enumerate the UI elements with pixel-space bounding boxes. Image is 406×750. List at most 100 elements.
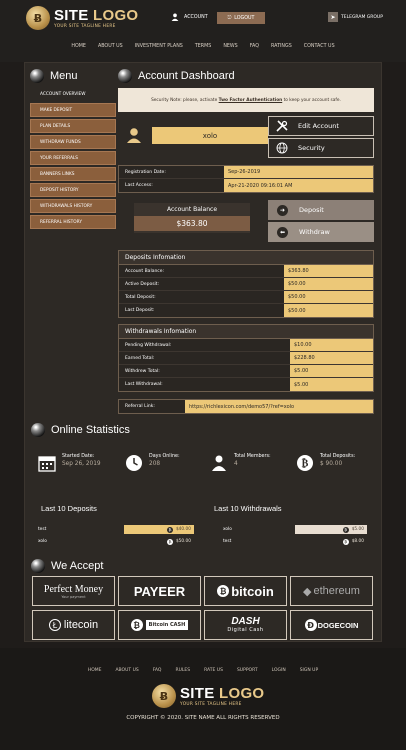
security-button[interactable]: Security — [268, 138, 374, 158]
bitcoin-cash-logo-icon: ₿ — [130, 619, 143, 631]
accept-ball-icon — [31, 559, 45, 573]
footer-nav-about[interactable]: ABOUT US — [115, 668, 138, 673]
edit-account-button[interactable]: Edit Account — [268, 116, 374, 136]
footer-nav-rules[interactable]: RULES — [175, 668, 190, 673]
footer-nav-faq[interactable]: FAQ — [153, 668, 162, 673]
account-balance: Account Balance $363.80 — [134, 203, 250, 233]
withdrawals-info-title: Withdrawals Infomation — [119, 325, 373, 339]
sidebar-item-withdraw-funds[interactable]: WITHDRAW FUNDS — [30, 135, 116, 149]
top-header: Ƀ SITE LOGO YOUR SITE TAGLINE HERE ACCOU… — [0, 0, 406, 62]
dash-name: DASH — [231, 616, 260, 627]
footer-logo[interactable]: Ƀ SITE LOGO YOUR SITE TAGLINE HERE — [152, 684, 264, 708]
security-note-text: Security Note: please, activate — [151, 97, 218, 103]
withdraw-button[interactable]: ⬅ Withdraw — [268, 222, 374, 242]
online-statistics: Online Statistics Started Date: Sep 26, 2… — [24, 418, 382, 556]
deposits-row-value: $50.00 — [284, 291, 373, 303]
security-note-tail: to keep your account safe. — [283, 97, 341, 103]
telegram-icon: ➤ — [328, 12, 338, 22]
deposits-row-label: Last Deposit: — [125, 308, 155, 313]
balance-value: $363.80 — [134, 215, 250, 231]
deposits-row-value: $50.00 — [284, 304, 373, 317]
registration-value: Sep-26-2019 — [224, 166, 373, 178]
account-label: ACCOUNT — [184, 14, 208, 20]
btc-icon: ₿ — [166, 526, 173, 533]
nav-about[interactable]: ABOUT US — [98, 44, 123, 49]
last-withdrawal-row: test ₿ $8.00 — [223, 536, 375, 547]
payment-perfect-money: Perfect Money Your payment — [32, 576, 115, 606]
deposits-row-label: Account Balance: — [125, 268, 165, 274]
footer-nav-rate-us[interactable]: RATE US — [204, 668, 223, 673]
calendar-icon — [38, 456, 56, 472]
withdrawals-row-label: Pending Withdrawal: — [125, 342, 172, 348]
account-link[interactable]: ACCOUNT — [171, 13, 208, 21]
footer-nav-home[interactable]: HOME — [88, 668, 102, 673]
stat-label: Total Deposits: — [320, 454, 356, 459]
withdraw-label: Withdraw — [299, 228, 330, 236]
footer-nav-login[interactable]: LOGIN — [272, 668, 286, 673]
withdrawals-info: Withdrawals Infomation Pending Withdrawa… — [118, 324, 374, 392]
user-row: xolo Edit Account Security — [118, 116, 374, 158]
perfect-money-name: Perfect Money — [43, 583, 104, 595]
nav-ratings[interactable]: RATINGS — [271, 44, 292, 49]
stat-total-members: Total Members: 4 — [210, 454, 271, 472]
withdrawals-row-label: Last Withdrawal: — [125, 382, 163, 387]
footer-nav: HOME ABOUT US FAQ RULES RATE US SUPPORT … — [0, 668, 406, 673]
security-label: Security — [298, 144, 325, 152]
litecoin-name: litecoin — [63, 619, 99, 631]
telegram-link[interactable]: ➤ TELEGRAM GROUP — [328, 12, 383, 22]
last-deposit-row: xolo ₿ $50.00 — [38, 536, 198, 547]
stat-label: Started Date: — [62, 454, 95, 459]
deposit-button[interactable]: ➜ Deposit — [268, 200, 374, 220]
stat-value: Sep 26, 2019 — [62, 461, 101, 467]
footer-logo-word-1: SITE — [180, 684, 215, 702]
last-deposit-row: test ₿ $40.00 — [38, 524, 198, 535]
withdrawer-name: test — [223, 539, 232, 544]
sidebar: Menu ACCOUNT OVERVIEW MAKE DEPOSIT PLAN … — [30, 69, 116, 231]
logout-button[interactable]: ⎋ LOGOUT — [217, 12, 265, 24]
dogecoin-name: DOGECOIN — [317, 620, 359, 630]
logo-word-2: LOGO — [93, 6, 139, 24]
footer-nav-signup[interactable]: SIGN UP — [300, 668, 318, 673]
user-icon — [171, 13, 179, 21]
withdrawals-row-value: $5.00 — [290, 378, 373, 391]
nav-faq[interactable]: FAQ — [250, 44, 259, 49]
payment-payeer: PAYEER — [118, 576, 201, 606]
referral-value[interactable]: https://richlexicon.com/demo57/?ref=xolo — [185, 400, 373, 413]
nav-home[interactable]: HOME — [71, 44, 86, 49]
withdrawal-amount-text: $8.00 — [351, 539, 364, 544]
sidebar-item-plan-details[interactable]: PLAN DETAILS — [30, 119, 116, 133]
stats-ball-icon — [31, 423, 45, 437]
sidebar-item-withdrawals-history[interactable]: WITHDRAWALS HISTORY — [30, 199, 116, 213]
btc-icon: ₿ — [342, 526, 349, 533]
deposits-row-label: Active Deposit: — [125, 281, 160, 287]
site-logo[interactable]: Ƀ SITE LOGO YOUR SITE TAGLINE HERE — [26, 6, 138, 30]
footer-nav-support[interactable]: SUPPORT — [237, 668, 258, 673]
svg-text:₿: ₿ — [302, 458, 309, 470]
footer-logo-tagline: YOUR SITE TAGLINE HERE — [180, 701, 242, 707]
security-note: Security Note: please, activate Two Fact… — [118, 88, 374, 112]
withdrawals-row-value: $228.80 — [290, 352, 373, 364]
sidebar-item-account-overview[interactable]: ACCOUNT OVERVIEW — [30, 87, 116, 101]
stat-total-deposits: ₿ Total Deposits: $ 90.00 — [296, 454, 355, 472]
accept-title: We Accept — [51, 560, 104, 572]
footer-logo-word-2: LOGO — [219, 684, 265, 702]
copyright: COPYRIGHT © 2020. SITE NAME ALL RIGHTS R… — [126, 715, 280, 721]
sidebar-item-your-referrals[interactable]: YOUR REFERRALS — [30, 151, 116, 165]
two-factor-link[interactable]: Two Factor Authentication — [219, 98, 283, 103]
dash-sub: Digital Cash — [227, 627, 264, 633]
sidebar-item-banners-links[interactable]: BANNERS LINKS — [30, 167, 116, 181]
nav-contact[interactable]: CONTACT US — [304, 44, 335, 49]
nav-news[interactable]: NEWS — [223, 44, 237, 49]
we-accept: We Accept Perfect Money Your payment PAY… — [24, 556, 382, 642]
nav-plans[interactable]: INVESTMENT PLANS — [135, 44, 183, 49]
sidebar-item-deposit-history[interactable]: DEPOSIT HISTORY — [30, 183, 116, 197]
perfect-money-sub: Your payment — [61, 594, 86, 599]
nav-terms[interactable]: TERMS — [195, 44, 211, 49]
clock-icon — [126, 455, 142, 471]
withdrawals-row-label: Earned Total: — [125, 355, 155, 361]
sidebar-item-referral-history[interactable]: REFERRAL HISTORY — [30, 215, 116, 229]
deposit-arrow-icon: ➜ — [277, 204, 288, 216]
menu-ball-icon — [30, 69, 44, 83]
sidebar-item-make-deposit[interactable]: MAKE DEPOSIT — [30, 103, 116, 117]
bitcoin-name: bitcoin — [231, 583, 274, 599]
